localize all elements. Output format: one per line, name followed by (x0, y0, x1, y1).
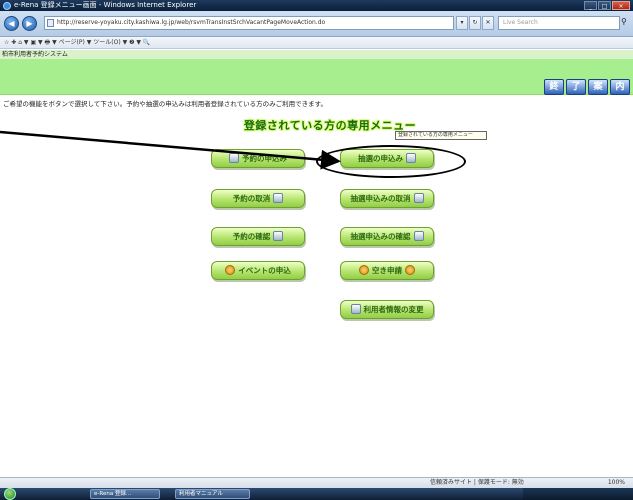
smiley-icon (225, 265, 236, 275)
address-bar-row: ◀ ▶ http://reserve-yoyaku.city.kashiwa.l… (0, 11, 633, 37)
page-title-strip: 柏市利用者予約システム (0, 50, 633, 59)
address-buttons: ▾ ↻ ✕ (456, 16, 494, 30)
maximize-button[interactable]: □ (598, 1, 611, 10)
security-zone: 信頼済みサイト | 保護モード: 無効 (430, 479, 524, 486)
taskbar-item-manual[interactable]: 利用者マニュアル (175, 489, 250, 499)
header-band: 終 了 案 内 (0, 59, 633, 95)
window-titlebar: e-Rena 登録メニュー画面 - Windows Internet Explo… (0, 0, 633, 11)
exit-button-2[interactable]: 了 (566, 79, 586, 95)
back-button[interactable]: ◀ (4, 16, 19, 31)
search-input[interactable]: Live Search (498, 16, 620, 30)
search-icon[interactable]: ⚲ (621, 17, 627, 26)
web-page: 柏市利用者予約システム 終 了 案 内 ご希望の機能をボタンで選択して下さい。予… (0, 50, 633, 477)
calendar-icon (229, 153, 239, 163)
event-apply-button[interactable]: イベントの申込 (211, 261, 305, 280)
refresh-icon[interactable]: ↻ (469, 16, 481, 30)
taskbar: e-Rena 登録... 利用者マニュアル (0, 488, 633, 500)
minimize-button[interactable]: _ (584, 1, 597, 10)
guide-button-2[interactable]: 内 (610, 79, 630, 95)
address-field[interactable]: http://reserve-yoyaku.city.kashiwa.lg.jp… (44, 16, 454, 30)
person-icon (413, 231, 424, 241)
instruction-text: ご希望の機能をボタンで選択して下さい。予約や抽選の申込みは利用者登録されている方… (3, 100, 327, 108)
system-tray (523, 488, 633, 500)
page-icon (47, 19, 54, 27)
status-bar: 信頼済みサイト | 保護モード: 無効 100% (0, 477, 633, 488)
gear-icon (350, 304, 361, 314)
address-text: http://reserve-yoyaku.city.kashiwa.lg.jp… (57, 19, 326, 26)
reserve-confirm-button[interactable]: 予約の確認 (211, 227, 305, 246)
highlight-oval (316, 145, 466, 178)
start-button[interactable] (4, 488, 16, 500)
window-controls: _ □ × (584, 1, 630, 10)
ribbon-icon (405, 265, 415, 275)
person-icon (273, 231, 284, 241)
exit-button-1[interactable]: 終 (544, 79, 564, 95)
command-bar[interactable]: ☆ ✚ ⌂ ▼ ▣ ▼ 🖶 ▼ ページ(P) ▼ ツール(O) ▼ ❷ ▼ 🔍 (0, 37, 633, 49)
ribbon-icon (359, 265, 369, 275)
lottery-cancel-button[interactable]: 抽選申込みの取消 (340, 189, 434, 208)
taskbar-item-ie[interactable]: e-Rena 登録... (90, 489, 160, 499)
stop-icon[interactable]: ✕ (482, 16, 494, 30)
reserve-apply-button[interactable]: 予約の申込み (211, 149, 305, 168)
magnifier-icon (273, 193, 284, 203)
close-button[interactable]: × (612, 1, 630, 10)
user-settings-button[interactable]: 利用者情報の変更 (340, 300, 434, 319)
forward-button[interactable]: ▶ (22, 16, 37, 31)
window-title: e-Rena 登録メニュー画面 - Windows Internet Explo… (14, 1, 197, 9)
top-buttons: 終 了 案 内 (544, 79, 630, 95)
zoom-level[interactable]: 100% (608, 478, 625, 488)
guide-button-1[interactable]: 案 (588, 79, 608, 95)
dropdown-icon[interactable]: ▾ (456, 16, 468, 30)
tooltip: 登録されている方の専用メニュー (395, 131, 487, 140)
reserve-cancel-button[interactable]: 予約の取消 (211, 189, 305, 208)
unfilled-apply-button[interactable]: 空き申請 (340, 261, 434, 280)
lottery-confirm-button[interactable]: 抽選申込みの確認 (340, 227, 434, 246)
ie-icon (3, 2, 11, 10)
pencil-icon (413, 193, 424, 203)
screen: e-Rena 登録メニュー画面 - Windows Internet Explo… (0, 0, 633, 500)
